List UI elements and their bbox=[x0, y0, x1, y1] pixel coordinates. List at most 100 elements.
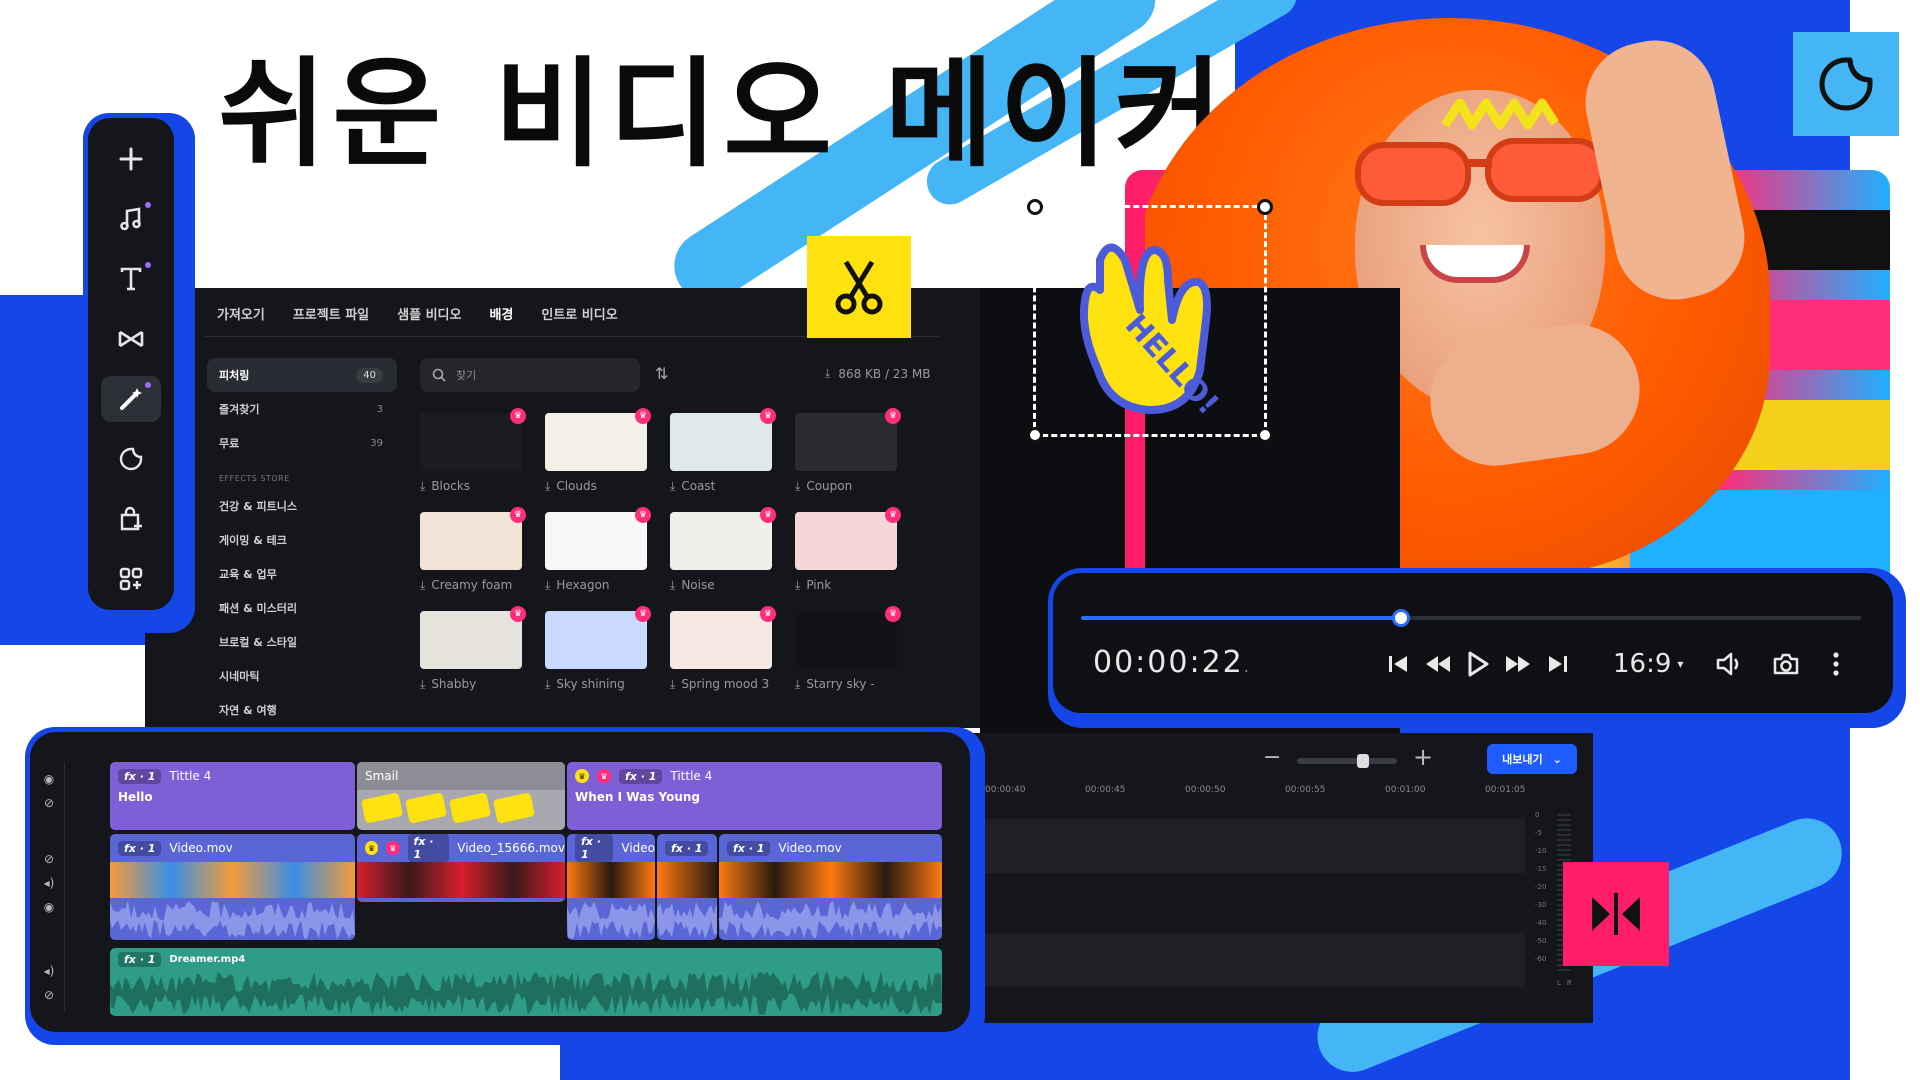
sidebar-item-store[interactable]: 건강 & 피트니스 bbox=[207, 489, 397, 523]
asset-card[interactable]: ♛ ⤓ Coupon bbox=[795, 408, 903, 494]
sort-icon[interactable]: ⇅ bbox=[655, 364, 668, 383]
stickers-tool-button[interactable] bbox=[101, 436, 161, 482]
asset-card[interactable]: ♛ ⤓ Pink bbox=[795, 507, 903, 593]
fast-forward-button[interactable] bbox=[1501, 647, 1535, 681]
sidebar-item-store[interactable]: 교육 & 업무 bbox=[207, 557, 397, 591]
text-clip[interactable]: fx · 1 Tittle 4 Hello bbox=[110, 762, 355, 830]
tab-import[interactable]: 가져오기 bbox=[217, 304, 265, 323]
resize-handle[interactable] bbox=[1027, 427, 1043, 443]
download-icon[interactable]: ⤓ bbox=[795, 677, 800, 692]
tab-intro-videos[interactable]: 인트로 비디오 bbox=[541, 304, 617, 323]
download-icon[interactable]: ⤓ bbox=[420, 677, 425, 692]
sidebar-item-favorites[interactable]: 즐겨찾기 3 bbox=[207, 392, 397, 426]
sticker-thumbnail bbox=[360, 792, 404, 824]
volume-icon bbox=[1716, 652, 1739, 676]
effects-tool-button[interactable] bbox=[101, 376, 161, 422]
transitions-tool-button[interactable] bbox=[101, 316, 161, 362]
magic-wand-icon bbox=[120, 388, 142, 410]
sidebar-item-store[interactable]: 패션 & 미스터리 bbox=[207, 591, 397, 625]
skip-start-button[interactable] bbox=[1381, 647, 1415, 681]
asset-card[interactable]: ♛ ⤓ Hexagon bbox=[545, 507, 653, 593]
play-button[interactable] bbox=[1461, 647, 1495, 681]
sidebar-item-store[interactable]: 게이밍 & 테크 bbox=[207, 523, 397, 557]
premium-crown-icon: ♛ bbox=[575, 769, 589, 783]
asset-card[interactable]: ♛ ⤓ Creamy foam bbox=[420, 507, 528, 593]
link-off-icon[interactable]: ⊘ bbox=[44, 852, 54, 866]
download-icon[interactable]: ⤓ bbox=[670, 479, 675, 494]
link-off-icon[interactable]: ⊘ bbox=[44, 988, 54, 1002]
progress-knob[interactable] bbox=[1391, 609, 1410, 627]
video-clip[interactable]: fx · 1 bbox=[657, 834, 717, 940]
text-clip[interactable]: ♛ ♛ fx · 1 Tittle 4 When I Was Young bbox=[567, 762, 942, 830]
speaker-icon[interactable]: ◂) bbox=[44, 876, 55, 890]
video-clip[interactable]: fx · 1 Video.mov bbox=[110, 834, 355, 940]
aspect-ratio-select[interactable]: 16:9 ▾ bbox=[1613, 649, 1683, 679]
zoom-slider[interactable] bbox=[1297, 754, 1397, 768]
sidebar-item-label: 피처링 bbox=[219, 369, 250, 382]
download-icon[interactable]: ⤓ bbox=[545, 677, 550, 692]
sidebar-item-store[interactable]: 브로컬 & 스타일 bbox=[207, 625, 397, 659]
resize-handle[interactable] bbox=[1257, 427, 1273, 443]
sidebar-item-store[interactable]: 자연 & 여행 bbox=[207, 693, 397, 727]
resize-handle[interactable] bbox=[1257, 199, 1273, 215]
skip-end-button[interactable] bbox=[1541, 647, 1575, 681]
tab-backgrounds[interactable]: 배경 bbox=[489, 304, 513, 323]
music-tool-button[interactable] bbox=[101, 196, 161, 242]
volume-button[interactable] bbox=[1713, 647, 1747, 681]
asset-card[interactable]: ♛ ⤓ Sky shining bbox=[545, 606, 653, 692]
asset-card[interactable]: ♛ ⤓ Clouds bbox=[545, 408, 653, 494]
chevron-down-icon: ⌄ bbox=[1552, 752, 1562, 766]
download-icon[interactable]: ⤓ bbox=[545, 479, 550, 494]
store-tool-button[interactable] bbox=[101, 496, 161, 542]
asset-card[interactable]: ♛ ⤓ Blocks bbox=[420, 408, 528, 494]
download-icon[interactable]: ⤓ bbox=[670, 578, 675, 593]
sidebar-item-featured[interactable]: 피처링 40 bbox=[207, 358, 397, 392]
zoom-knob[interactable] bbox=[1357, 754, 1369, 768]
asset-card[interactable]: ♛ ⤓ Coast bbox=[670, 408, 778, 494]
video-clip[interactable]: ♛ ♛ fx · 1 Video_15666.mov bbox=[357, 834, 565, 902]
templates-tool-button[interactable] bbox=[101, 556, 161, 602]
download-icon[interactable]: ⤓ bbox=[545, 578, 550, 593]
asset-card[interactable]: ♛ ⤓ Noise bbox=[670, 507, 778, 593]
video-clip[interactable]: fx · 1 Video.mov bbox=[719, 834, 942, 940]
snapshot-button[interactable] bbox=[1769, 647, 1803, 681]
zoom-out-button[interactable]: − bbox=[1263, 745, 1281, 770]
asset-card[interactable]: ♛ ⤓ Starry sky - bbox=[795, 606, 903, 692]
export-button[interactable]: 내보내기 ⌄ bbox=[1487, 744, 1577, 774]
ruler-label: 00:01:05 bbox=[1485, 785, 1526, 795]
asset-label: ⤓ Shabby bbox=[420, 677, 528, 692]
text-tool-button[interactable] bbox=[101, 256, 161, 302]
meter-tick: -10 bbox=[1535, 847, 1547, 855]
download-icon[interactable]: ⤓ bbox=[795, 578, 800, 593]
download-icon[interactable]: ⤓ bbox=[795, 479, 800, 494]
sticker-clip[interactable]: Smail bbox=[357, 762, 565, 830]
download-icon[interactable]: ⤓ bbox=[670, 677, 675, 692]
eye-icon[interactable]: ◉ bbox=[44, 772, 54, 786]
asset-name: Coupon bbox=[806, 479, 853, 493]
sidebar-section-title: EFFECTS STORE bbox=[219, 474, 290, 483]
add-button[interactable] bbox=[101, 136, 161, 182]
download-icon[interactable]: ⤓ bbox=[420, 578, 425, 593]
selection-box[interactable] bbox=[1027, 199, 1273, 443]
download-icon[interactable]: ⤓ bbox=[420, 479, 425, 494]
rewind-button[interactable] bbox=[1421, 647, 1455, 681]
track-divider bbox=[64, 762, 65, 1012]
link-off-icon[interactable]: ⊘ bbox=[44, 796, 54, 810]
tab-project-files[interactable]: 프로젝트 파일 bbox=[293, 304, 369, 323]
progress-track[interactable] bbox=[1081, 609, 1861, 627]
sidebar-item-store[interactable]: 시네마틱 bbox=[207, 659, 397, 693]
video-clip[interactable]: fx · 1 Video bbox=[567, 834, 655, 940]
meter-tick: -50 bbox=[1535, 937, 1547, 945]
zoom-in-button[interactable]: + bbox=[1413, 743, 1433, 771]
more-options-button[interactable] bbox=[1819, 647, 1853, 681]
asset-card[interactable]: ♛ ⤓ Shabby bbox=[420, 606, 528, 692]
audio-clip[interactable]: fx · 1 Dreamer.mp4 bbox=[110, 948, 942, 1016]
resize-handle[interactable] bbox=[1027, 199, 1043, 215]
tab-sample-videos[interactable]: 샘플 비디오 bbox=[397, 304, 461, 323]
eye-icon[interactable]: ◉ bbox=[44, 900, 54, 914]
sidebar-item-free[interactable]: 무료 39 bbox=[207, 426, 397, 460]
search-input[interactable]: 찾기 bbox=[420, 358, 640, 392]
asset-thumbnail: ♛ bbox=[670, 408, 776, 471]
asset-card[interactable]: ♛ ⤓ Spring mood 3 bbox=[670, 606, 778, 692]
speaker-icon[interactable]: ◂) bbox=[44, 964, 55, 978]
